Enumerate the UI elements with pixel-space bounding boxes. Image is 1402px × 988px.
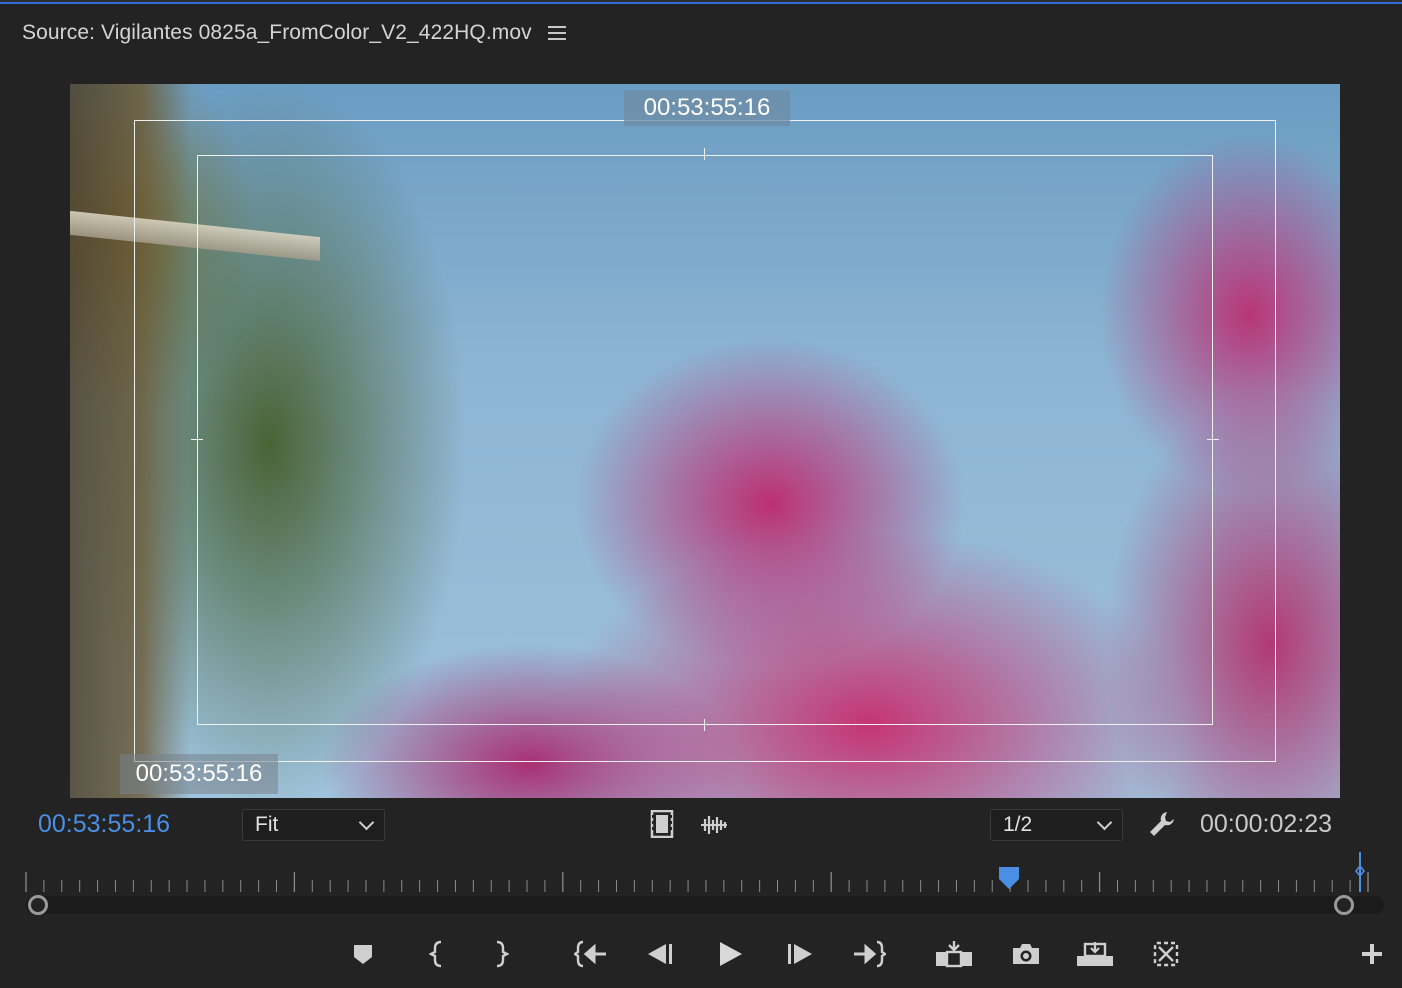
panel-header: Source: Vigilantes 0825a_FromColor_V2_42… — [22, 18, 566, 48]
playhead-marker[interactable] — [998, 866, 1020, 890]
zoom-scroll-bar[interactable] — [26, 896, 1384, 914]
go-to-in-button[interactable] — [571, 934, 611, 974]
toggle-proxies-icon[interactable] — [1146, 934, 1186, 974]
drag-video-only-icon[interactable] — [648, 809, 676, 839]
drag-audio-only-icon[interactable] — [698, 812, 730, 838]
safe-guide-tick-right — [1207, 439, 1219, 440]
zoom-scroll-handle-left[interactable] — [28, 895, 48, 915]
safe-guide-tick-top — [704, 148, 705, 160]
settings-wrench-icon[interactable] — [1146, 808, 1178, 840]
step-forward-button[interactable] — [780, 934, 820, 974]
hamburger-menu-icon[interactable] — [547, 26, 566, 40]
mark-in-button[interactable] — [417, 934, 457, 974]
export-frame-camera-icon[interactable] — [1006, 934, 1046, 974]
time-ruler[interactable] — [24, 866, 1380, 892]
duration-timecode: 00:00:02:23 — [1200, 810, 1333, 838]
playback-resolution-select[interactable]: 1/2 — [990, 809, 1123, 841]
playhead-position-timecode[interactable]: 00:53:55:16 — [38, 810, 170, 839]
chevron-down-icon — [1096, 814, 1113, 830]
mark-out-button[interactable] — [481, 934, 521, 974]
insert-button[interactable] — [934, 934, 974, 974]
playback-resolution-value: 1/2 — [1003, 813, 1033, 836]
panel-title[interactable]: Source: Vigilantes 0825a_FromColor_V2_42… — [22, 21, 532, 45]
overlay-timecode-bottom: 00:53:55:16 — [120, 754, 278, 794]
chevron-down-icon — [358, 814, 375, 830]
play-button[interactable] — [710, 934, 750, 974]
zoom-scroll-handle-right[interactable] — [1334, 895, 1354, 915]
overwrite-button[interactable] — [1075, 934, 1115, 974]
out-point-indicator[interactable] — [1352, 852, 1368, 892]
panel-top-border — [0, 0, 1402, 4]
go-to-out-button[interactable] — [849, 934, 889, 974]
safe-guide-tick-left — [191, 439, 203, 440]
overlay-timecode-top: 00:53:55:16 — [624, 90, 790, 126]
add-marker-button[interactable] — [343, 934, 383, 974]
step-back-button[interactable] — [640, 934, 680, 974]
zoom-level-select[interactable]: Fit — [242, 809, 385, 841]
safe-guide-tick-bottom — [704, 719, 705, 731]
button-editor-plus-icon[interactable] — [1352, 934, 1392, 974]
zoom-level-value: Fit — [255, 813, 279, 836]
title-safe-guide — [197, 155, 1213, 725]
